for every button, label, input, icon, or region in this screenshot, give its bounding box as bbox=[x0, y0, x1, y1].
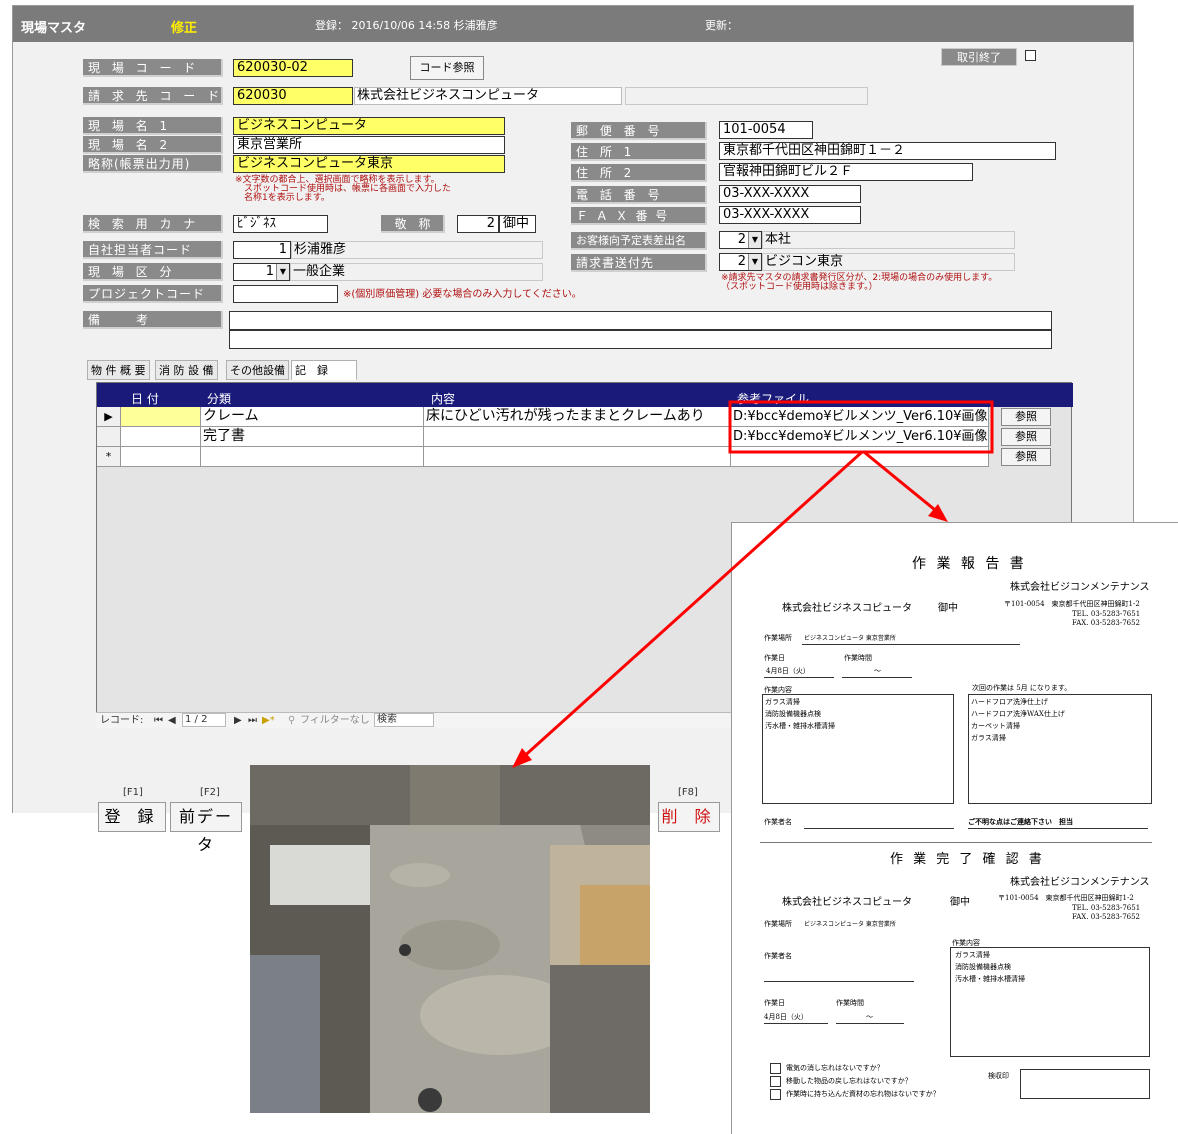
highlight-box bbox=[728, 400, 994, 454]
arrow-to-document bbox=[863, 450, 941, 516]
arrow-to-photo bbox=[518, 450, 864, 762]
annotation-overlay bbox=[512, 400, 994, 768]
